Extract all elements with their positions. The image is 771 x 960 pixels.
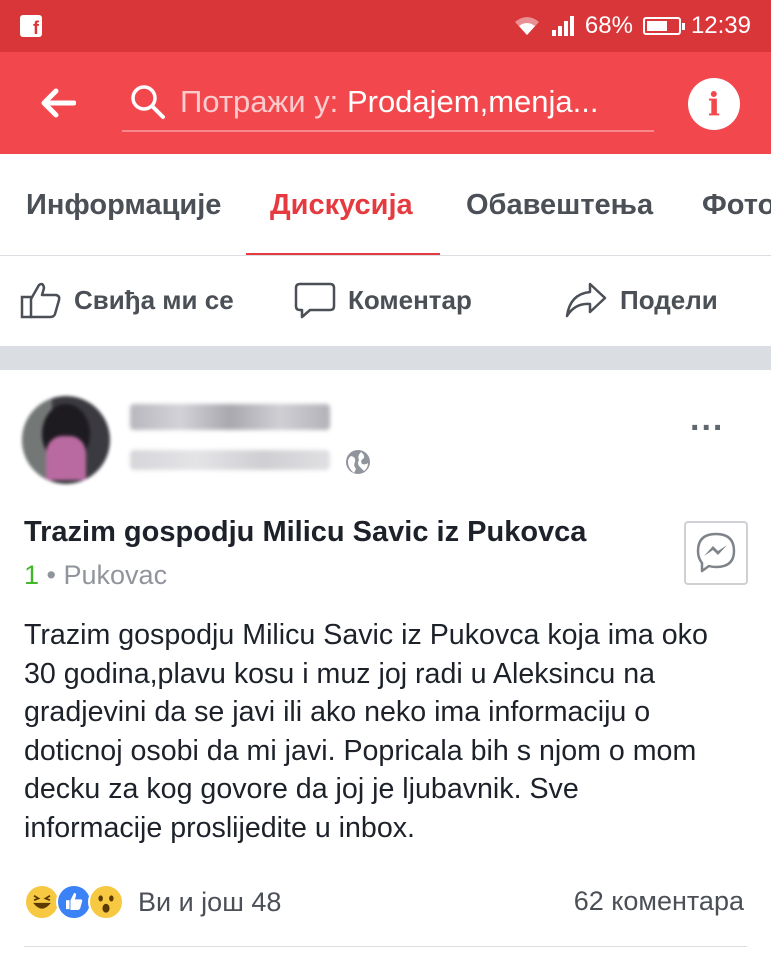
like-button[interactable]: Свиђа ми се [20,256,234,344]
post-location: Pukovac [63,560,168,590]
thumbs-up-icon [20,282,61,319]
haha-reaction-icon [24,884,60,920]
clock: 12:39 [690,12,751,39]
info-button[interactable]: i [688,78,740,130]
post-meta-redacted [130,450,330,470]
comment-icon [294,282,336,319]
search-prefix: Потражи у: [180,84,339,119]
post-options-button[interactable]: ... [690,400,724,439]
group-tabs: Информације Дискусија Обавештења Фото [0,154,771,256]
facebook-notification-icon: f [20,15,42,37]
messenger-icon [696,532,736,573]
comment-label: Коментар [348,284,472,315]
post-body-line: Trazim gospodju Milicu Savic iz Pukovca … [24,619,708,651]
action-row: Свиђа ми се Коментар Подели [0,256,771,344]
tab-discussion[interactable]: Дискусија [270,154,413,255]
reactions-summary[interactable]: Ви и још 48 [24,882,281,922]
battery-fill [646,21,668,31]
tab-information[interactable]: Информације [26,154,221,255]
back-button[interactable] [28,73,88,133]
messenger-button[interactable] [684,521,748,585]
signal-icon [551,16,574,36]
post-body-line: decku za kog govore da joj je ljubavnik.… [24,773,579,805]
comment-button[interactable]: Коментар [294,256,472,344]
post-body: Trazim gospodju Milicu Savic iz Pukovca … [24,616,759,847]
post-body-line: 30 godina,plavu kosu i muz joj radi u Al… [24,657,656,690]
search-icon [131,85,165,119]
post-body-line: gradjevini da se javi ili ako neko ima i… [24,696,651,728]
comments-count-link[interactable]: 62 коментара [574,886,744,917]
post-body-line: informacije proslijedite u inbox. [24,811,415,844]
section-divider [0,346,771,370]
search-group-name: Prodajem,menja... [346,84,599,119]
share-icon [565,282,607,318]
post-body-line: doticnoj osobi da mi javi. Popricala bih… [24,734,697,767]
app-bar: Потражи у: Prodajem,menja... i [0,52,771,154]
status-indicators: 68% 12:39 [513,12,751,40]
post-count: 1 [24,560,40,590]
battery-percent: 68% [584,12,633,39]
tab-announcements[interactable]: Обавештења [466,154,653,255]
back-arrow-icon [41,88,76,118]
tab-photos[interactable]: Фото [702,154,771,255]
reactions-count: Ви и још 48 [138,886,282,917]
globe-icon [346,450,370,474]
search-placeholder: Потражи у: Prodajem,menja... [180,84,599,120]
like-reaction-icon [56,884,92,920]
battery-icon [642,17,685,35]
like-label: Свиђа ми се [74,284,234,315]
post-footer-divider [24,946,747,947]
post-title[interactable]: Trazim gospodju Milicu Savic iz Pukovca [24,516,586,549]
share-label: Подели [620,284,718,315]
wow-reaction-icon [88,884,124,920]
status-bar: f 68% 12:39 [0,0,771,52]
wifi-icon [514,17,539,35]
post-subtitle: 1 • Pukovac [24,560,167,591]
group-search-field[interactable]: Потражи у: Prodajem,menja... [122,74,654,132]
share-button[interactable]: Подели [564,256,718,344]
author-name-redacted[interactable] [130,404,330,430]
subtitle-separator: • [46,560,56,590]
author-avatar[interactable] [22,396,110,484]
